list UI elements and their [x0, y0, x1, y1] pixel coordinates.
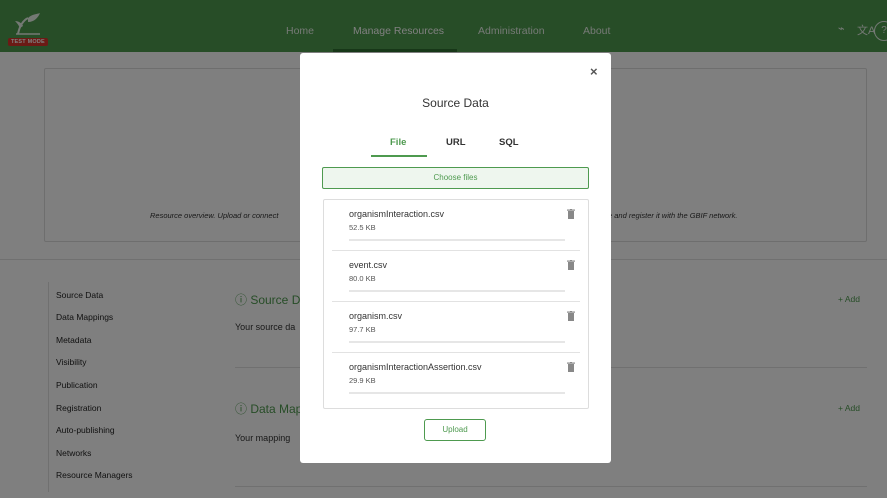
file-size: 97.7 KB: [349, 325, 376, 334]
file-list: organismInteraction.csv 52.5 KB event.cs…: [323, 199, 589, 409]
close-icon[interactable]: ×: [590, 64, 598, 79]
upload-button[interactable]: Upload: [424, 419, 486, 441]
file-size: 80.0 KB: [349, 274, 376, 283]
list-item: organism.csv 97.7 KB: [324, 302, 588, 353]
list-item: event.csv 80.0 KB: [324, 251, 588, 302]
source-data-modal: × Source Data File URL SQL Choose files …: [300, 53, 611, 463]
upload-progress-bar: [349, 392, 565, 394]
tab-url[interactable]: URL: [446, 137, 466, 148]
active-tab-indicator: [371, 155, 427, 157]
upload-progress-bar: [349, 341, 565, 343]
choose-files-button[interactable]: Choose files: [322, 167, 589, 189]
modal-title: Source Data: [422, 96, 489, 110]
file-name: organismInteraction.csv: [349, 209, 445, 219]
trash-icon[interactable]: [567, 311, 575, 321]
file-name: organismInteractionAssertion.csv: [349, 362, 482, 372]
list-item: organismInteractionAssertion.csv 29.9 KB: [324, 353, 588, 404]
list-item: organismInteraction.csv 52.5 KB: [324, 200, 588, 251]
file-name: organism.csv: [349, 311, 403, 321]
tab-sql[interactable]: SQL: [499, 137, 519, 148]
trash-icon[interactable]: [567, 362, 575, 372]
trash-icon[interactable]: [567, 209, 575, 219]
file-size: 29.9 KB: [349, 376, 376, 385]
file-size: 52.5 KB: [349, 223, 376, 232]
tab-file[interactable]: File: [390, 137, 406, 148]
file-name: event.csv: [349, 260, 388, 270]
upload-progress-bar: [349, 239, 565, 241]
trash-icon[interactable]: [567, 260, 575, 270]
upload-progress-bar: [349, 290, 565, 292]
